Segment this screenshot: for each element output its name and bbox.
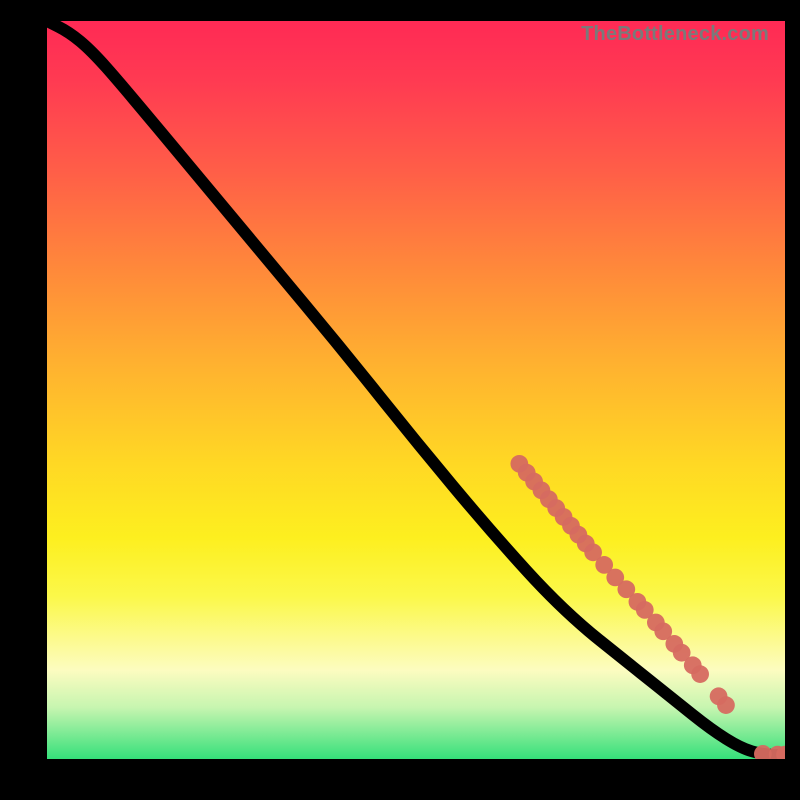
data-marker (691, 665, 709, 683)
marker-group (510, 455, 785, 759)
chart-overlay (47, 21, 785, 759)
data-marker (717, 696, 735, 714)
chart-stage: TheBottleneck.com (0, 0, 800, 800)
plot-area: TheBottleneck.com (47, 21, 785, 759)
